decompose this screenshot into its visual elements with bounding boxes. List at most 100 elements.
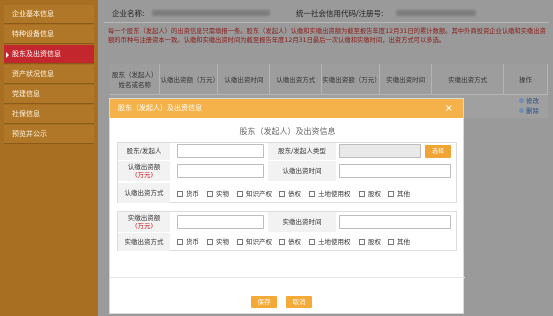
checkbox-icon[interactable] xyxy=(177,190,183,197)
table-header: 实缴出资时间 xyxy=(379,64,433,94)
shareholder-type-label: 股东/发起人类型 xyxy=(268,143,336,160)
checkbox-label: 股权 xyxy=(368,238,381,246)
checkbox-icon[interactable] xyxy=(207,238,213,245)
checkbox-creditor[interactable]: 债权 xyxy=(279,189,301,199)
checkbox-equity[interactable]: 股权 xyxy=(359,189,381,199)
subscribed-amount-label-text: 认缴出资额 xyxy=(127,163,161,171)
paid-amount-label-text: 实缴出资额 xyxy=(127,214,161,222)
checkbox-creditor[interactable]: 债权 xyxy=(279,237,301,247)
checkbox-icon[interactable] xyxy=(388,238,394,245)
subscribed-method-options: 货币 实物 知识产权 债权 土地使用权 股权 其他 xyxy=(177,189,457,199)
checkbox-physical[interactable]: 实物 xyxy=(207,237,229,247)
checkbox-label: 知识产权 xyxy=(246,238,272,246)
notice-text: 每一个股东（发起人）的出资信息只需填报一条。股东（发起人）认缴和实缴出资额为截至… xyxy=(108,28,546,44)
checkbox-other[interactable]: 其他 xyxy=(388,189,410,199)
checkbox-label: 土地使用权 xyxy=(318,238,351,246)
checkbox-label: 股权 xyxy=(368,190,381,198)
checkbox-label: 土地使用权 xyxy=(318,190,351,198)
checkbox-icon[interactable] xyxy=(309,238,315,245)
checkbox-label: 债权 xyxy=(288,238,301,246)
subscribed-time-label: 认缴出资时间 xyxy=(268,161,336,181)
checkbox-label: 知识产权 xyxy=(246,190,272,198)
checkbox-icon[interactable] xyxy=(237,238,243,245)
checkbox-icon[interactable] xyxy=(207,190,213,197)
checkbox-icon[interactable] xyxy=(359,238,365,245)
table-header: 股东（发起人）姓名或名称 xyxy=(110,64,161,94)
table-header: 操作 xyxy=(503,64,548,94)
save-button[interactable]: 保存 xyxy=(251,296,277,308)
paid-amount-label: 实缴出资额 (万元) xyxy=(118,212,170,232)
shareholder-label: 股东/发起人 xyxy=(118,143,170,160)
table-header: 实缴出资额（万元） xyxy=(321,64,381,94)
header-divider xyxy=(104,22,549,23)
modal-header-title: 股东（发起人）及出资信息 xyxy=(118,104,202,112)
sidebar-item-shareholders[interactable]: 股东及出资信息 xyxy=(4,45,94,64)
sidebar-item-social-security[interactable]: 社保信息 xyxy=(4,105,94,124)
paid-method-options: 货币 实物 知识产权 债权 土地使用权 股权 其他 xyxy=(177,237,457,247)
paid-section: 实缴出资额 (万元) 实缴出资时间 实缴出资方式 货币 实物 知识产权 债权 土… xyxy=(117,211,457,251)
select-type-button[interactable]: 选择 xyxy=(425,145,451,158)
checkbox-land-use[interactable]: 土地使用权 xyxy=(309,237,351,247)
table-header: 认缴出资时间 xyxy=(217,64,271,94)
checkbox-equity[interactable]: 股权 xyxy=(359,237,381,247)
checkbox-icon[interactable] xyxy=(309,190,315,197)
subscribed-amount-label: 认缴出资额 (万元) xyxy=(118,161,170,181)
checkbox-ip[interactable]: 知识产权 xyxy=(237,237,272,247)
checkbox-currency[interactable]: 货币 xyxy=(177,237,199,247)
paid-amount-unit: (万元) xyxy=(134,222,154,230)
checkbox-land-use[interactable]: 土地使用权 xyxy=(309,189,351,199)
cancel-button[interactable]: 取消 xyxy=(286,296,312,308)
table-header: 实缴出资方式 xyxy=(431,64,505,94)
checkbox-ip[interactable]: 知识产权 xyxy=(237,189,272,199)
paid-method-label: 实缴出资方式 xyxy=(118,233,170,251)
modal-header: 股东（发起人）及出资信息 × xyxy=(110,99,463,118)
checkbox-icon[interactable] xyxy=(237,190,243,197)
checkbox-label: 债权 xyxy=(288,190,301,198)
subscribed-time-input[interactable] xyxy=(339,164,451,178)
paid-time-input[interactable] xyxy=(339,215,451,229)
checkbox-icon[interactable] xyxy=(177,238,183,245)
checkbox-icon[interactable] xyxy=(388,190,394,197)
app: 企业基本信息 特种设备信息 股东及出资信息 资产状况信息 党建信息 社保信息 预… xyxy=(0,0,553,316)
sidebar: 企业基本信息 特种设备信息 股东及出资信息 资产状况信息 党建信息 社保信息 预… xyxy=(0,0,98,316)
checkbox-label: 货币 xyxy=(186,190,199,198)
checkbox-physical[interactable]: 实物 xyxy=(207,189,229,199)
modal-title: 股东（发起人）及出资信息 xyxy=(239,127,336,136)
checkbox-label: 实物 xyxy=(216,190,229,198)
modal-footer-divider xyxy=(110,277,465,278)
edit-link[interactable]: 修改 xyxy=(518,96,548,106)
sidebar-item-special-equipment[interactable]: 特种设备信息 xyxy=(4,25,94,44)
checkbox-label: 货币 xyxy=(186,238,199,246)
row-actions: 修改 删除 xyxy=(518,96,548,116)
subscribed-section: 股东/发起人 股东/发起人类型 选择 认缴出资额 (万元) 认缴出资时间 认缴出… xyxy=(117,142,457,203)
company-info-bar: 企业名称: 统一社会信用代码/注册号: xyxy=(108,6,548,20)
delete-link[interactable]: 删除 xyxy=(518,106,548,116)
subscribed-amount-input[interactable] xyxy=(177,164,264,178)
checkbox-icon[interactable] xyxy=(359,190,365,197)
sidebar-item-basic-info[interactable]: 企业基本信息 xyxy=(4,5,94,24)
checkbox-label: 其他 xyxy=(397,190,410,198)
credit-code-label: 统一社会信用代码/注册号: xyxy=(296,9,384,18)
sidebar-item-party-building[interactable]: 党建信息 xyxy=(4,85,94,104)
subscribed-amount-unit: (万元) xyxy=(134,171,154,179)
checkbox-label: 其他 xyxy=(397,238,410,246)
checkbox-currency[interactable]: 货币 xyxy=(177,189,199,199)
sidebar-item-assets[interactable]: 资产状况信息 xyxy=(4,65,94,84)
shareholder-input[interactable] xyxy=(177,144,264,158)
company-name-label: 企业名称: xyxy=(112,9,145,18)
credit-code-value-redacted xyxy=(396,10,476,16)
sidebar-item-preview-publish[interactable]: 预览并公示 xyxy=(4,125,94,144)
table-header-row: 股东（发起人）姓名或名称 认缴出资额（万元） 认缴出资时间 认缴出资方式 实缴出… xyxy=(110,64,548,94)
shareholder-modal: 股东（发起人）及出资信息 × 股东（发起人）及出资信息 股东/发起人 股东/发起… xyxy=(109,98,465,314)
company-name-value-redacted xyxy=(152,10,270,16)
checkbox-other[interactable]: 其他 xyxy=(388,237,410,247)
shareholder-type-input[interactable] xyxy=(339,144,421,158)
checkbox-label: 实物 xyxy=(216,238,229,246)
close-icon[interactable]: × xyxy=(445,99,453,118)
paid-time-label: 实缴出资时间 xyxy=(268,212,336,232)
subscribed-method-label: 认缴出资方式 xyxy=(118,183,170,203)
checkbox-icon[interactable] xyxy=(279,190,285,197)
table-header: 认缴出资额（万元） xyxy=(159,64,219,94)
paid-amount-input[interactable] xyxy=(177,215,264,229)
checkbox-icon[interactable] xyxy=(279,238,285,245)
